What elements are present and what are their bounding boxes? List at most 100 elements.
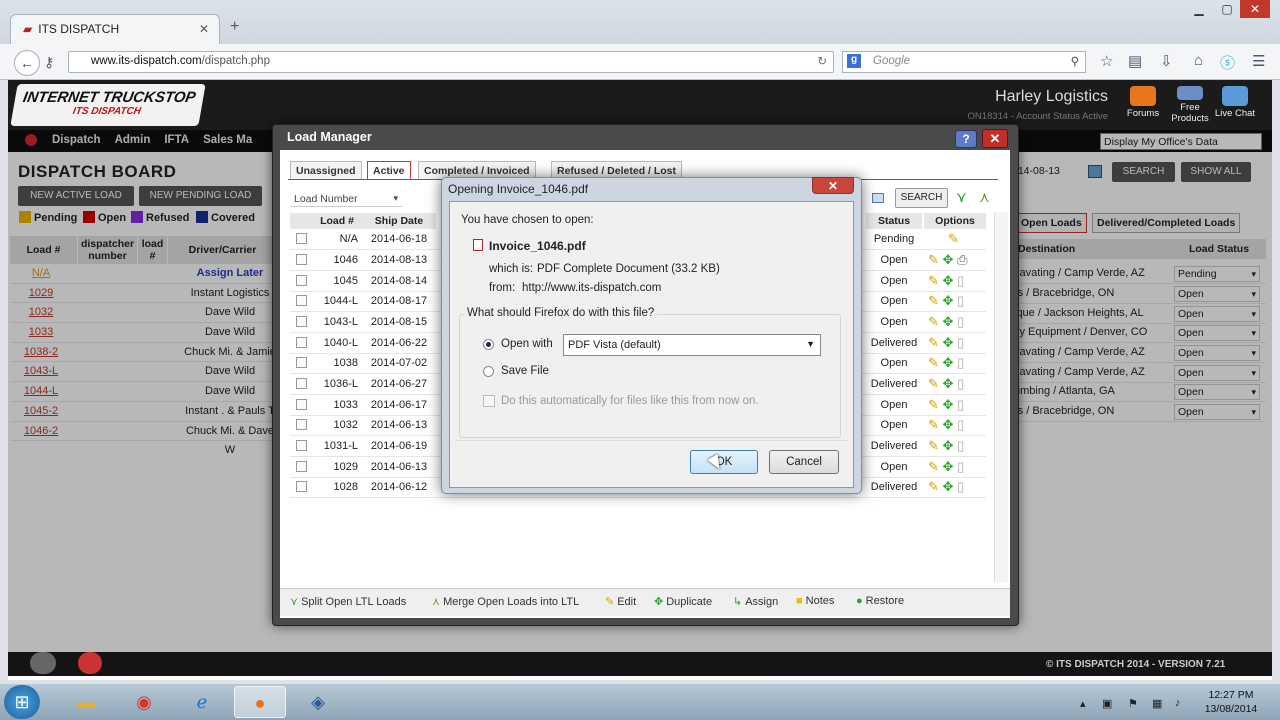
duplicate-icon[interactable]: ✥ — [943, 459, 954, 474]
auto-checkbox[interactable] — [483, 395, 495, 407]
row-checkbox[interactable] — [296, 440, 307, 451]
home-icon[interactable]: ⌂ — [1194, 52, 1203, 69]
pencil-icon[interactable]: ✎ — [928, 314, 939, 329]
merge-ltl-button[interactable]: ⋏ Merge Open Loads into LTL — [432, 595, 579, 608]
save-file-radio[interactable] — [483, 366, 494, 377]
pencil-icon[interactable]: ✎ — [928, 376, 939, 391]
row-checkbox[interactable] — [296, 419, 307, 430]
duplicate-icon[interactable]: ✥ — [943, 335, 954, 350]
save-file-label[interactable]: Save File — [501, 365, 549, 377]
open-with-label[interactable]: Open with — [501, 338, 553, 350]
filter-select[interactable]: Load Number ▾ — [290, 191, 402, 207]
forums-link[interactable]: Forums — [1120, 86, 1166, 119]
document-icon[interactable]: ▯ — [957, 335, 964, 350]
tab-close-icon[interactable]: ✕ — [199, 22, 209, 36]
star-icon[interactable]: ☆ — [1100, 52, 1113, 70]
new-tab-button[interactable]: + — [230, 18, 239, 36]
network-icon[interactable]: ▦ — [1152, 697, 1162, 710]
document-icon[interactable]: ▯ — [957, 397, 964, 412]
menu-icon[interactable]: ☰ — [1252, 52, 1265, 70]
edit-button[interactable]: ✎ Edit — [605, 595, 636, 608]
document-icon[interactable]: ▯ — [957, 459, 964, 474]
row-checkbox[interactable] — [296, 357, 307, 368]
reload-icon[interactable]: ↻ — [817, 54, 827, 68]
document-icon[interactable]: ▯ — [957, 376, 964, 391]
load-manager-search-button[interactable]: SEARCH — [895, 188, 948, 208]
load-manager-close-button[interactable]: ✕ — [982, 129, 1008, 148]
split-ltl-button[interactable]: ⋎ Split Open LTL Loads — [290, 595, 406, 608]
live-chat-link[interactable]: Live Chat — [1212, 86, 1258, 119]
duplicate-button[interactable]: ✥ Duplicate — [654, 595, 712, 608]
free-products-link[interactable]: Free Products — [1167, 86, 1213, 124]
split-icon[interactable]: ⋎ — [956, 188, 967, 206]
tray-app-icon[interactable]: ▣ — [1102, 697, 1112, 710]
pencil-icon[interactable]: ✎ — [928, 293, 939, 308]
clock[interactable]: 12:27 PM 13/08/2014 — [1196, 688, 1266, 716]
duplicate-icon[interactable]: ✥ — [943, 355, 954, 370]
scrollbar[interactable] — [994, 212, 1008, 582]
row-checkbox[interactable] — [296, 275, 307, 286]
explorer-icon[interactable]: ▬ — [60, 686, 112, 718]
row-checkbox[interactable] — [296, 481, 307, 492]
browser-tab[interactable]: ▰ ITS DISPATCH ✕ — [10, 14, 220, 44]
app-icon[interactable]: ◈ — [292, 686, 344, 718]
help-button[interactable]: ? — [955, 130, 977, 148]
duplicate-icon[interactable]: ✥ — [943, 252, 954, 267]
url-bar[interactable]: www.its-dispatch.com/dispatch.php ↻ — [68, 51, 834, 73]
document-icon[interactable]: ▯ — [957, 273, 964, 288]
skype-icon[interactable]: ⓢ — [1220, 52, 1235, 73]
app-select[interactable]: PDF Vista (default) ▼ — [563, 334, 821, 356]
pencil-icon[interactable]: ✎ — [948, 231, 959, 246]
download-icon[interactable]: ⇩ — [1160, 52, 1173, 70]
row-checkbox[interactable] — [296, 254, 307, 265]
duplicate-icon[interactable]: ✥ — [943, 273, 954, 288]
pencil-icon[interactable]: ✎ — [928, 417, 939, 432]
document-icon[interactable]: ▯ — [957, 417, 964, 432]
pencil-icon[interactable]: ✎ — [928, 273, 939, 288]
row-checkbox[interactable] — [296, 233, 307, 244]
volume-icon[interactable]: ♪ — [1175, 697, 1181, 709]
pencil-icon[interactable]: ✎ — [928, 459, 939, 474]
logo[interactable]: INTERNET TRUCKSTOP ITS DISPATCH — [10, 84, 206, 126]
tab-active[interactable]: Active — [367, 161, 411, 179]
pencil-icon[interactable]: ✎ — [928, 355, 939, 370]
back-button[interactable]: ← — [14, 50, 40, 76]
col-options[interactable]: Options — [924, 213, 986, 229]
search-input[interactable]: g Google ⚲ — [842, 51, 1086, 73]
magnifier-icon[interactable]: ⚲ — [1071, 54, 1079, 68]
start-button[interactable]: ⊞ — [4, 685, 40, 719]
document-icon[interactable]: ▯ — [957, 438, 964, 453]
duplicate-icon[interactable]: ✥ — [943, 417, 954, 432]
tab-unassigned[interactable]: Unassigned — [290, 161, 362, 179]
open-with-radio[interactable] — [483, 339, 494, 350]
pencil-icon[interactable]: ✎ — [928, 397, 939, 412]
row-checkbox[interactable] — [296, 295, 307, 306]
window-close-button[interactable]: ✕ — [1240, 0, 1270, 18]
pencil-icon[interactable]: ✎ — [928, 438, 939, 453]
chrome-icon[interactable]: ◉ — [118, 686, 170, 718]
duplicate-icon[interactable]: ✥ — [943, 376, 954, 391]
duplicate-icon[interactable]: ✥ — [943, 293, 954, 308]
document-icon[interactable]: ▯ — [957, 314, 964, 329]
row-checkbox[interactable] — [296, 337, 307, 348]
notes-button[interactable]: ■ Notes — [796, 595, 834, 607]
duplicate-icon[interactable]: ✥ — [943, 438, 954, 453]
pencil-icon[interactable]: ✎ — [928, 335, 939, 350]
document-icon[interactable]: ▯ — [957, 355, 964, 370]
cancel-button[interactable]: Cancel — [769, 450, 839, 474]
pencil-icon[interactable]: ✎ — [928, 479, 939, 494]
duplicate-icon[interactable]: ✥ — [943, 397, 954, 412]
firefox-icon[interactable]: ● — [234, 686, 286, 718]
pencil-icon[interactable]: ✎ — [928, 252, 939, 267]
row-checkbox[interactable] — [296, 461, 307, 472]
ok-button[interactable]: OK — [690, 450, 758, 474]
document-icon[interactable]: ▯ — [957, 293, 964, 308]
printer-icon[interactable]: ⎙ — [957, 252, 967, 267]
restore-button[interactable]: ● Restore — [856, 595, 904, 607]
chat-bubble-icon[interactable] — [30, 652, 56, 674]
assign-button[interactable]: ↳ Assign — [733, 595, 778, 608]
duplicate-icon[interactable]: ✥ — [943, 314, 954, 329]
truck-badge-icon[interactable] — [78, 652, 102, 674]
ie-icon[interactable]: ℯ — [176, 686, 228, 718]
row-checkbox[interactable] — [296, 316, 307, 327]
